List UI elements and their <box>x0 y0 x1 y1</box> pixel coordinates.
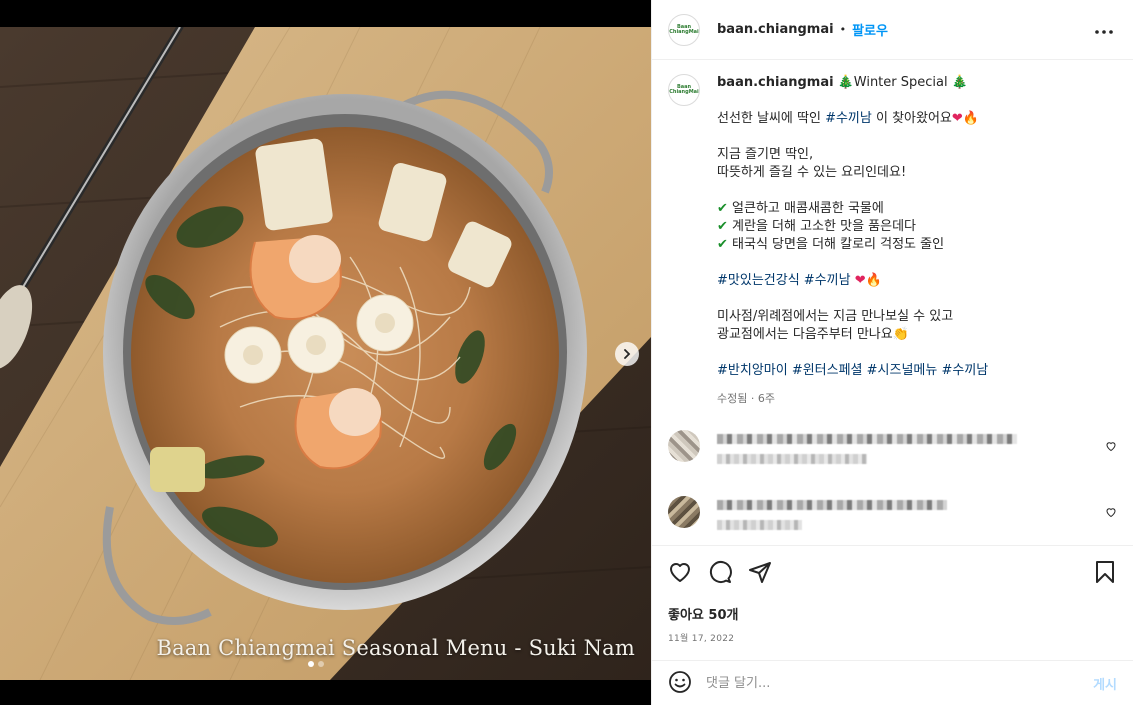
check-icon: ✔ <box>717 219 728 234</box>
bullet-item: ✔ 얼큰하고 매콤새콤한 국물에 <box>717 200 988 218</box>
comment-input[interactable] <box>706 675 1094 691</box>
follow-button[interactable]: 팔로우 <box>852 20 888 39</box>
post-comment-button[interactable]: 게시 <box>1093 674 1117 693</box>
caption-username[interactable]: baan.chiangmai <box>717 75 834 90</box>
bookmark-icon <box>1093 560 1117 587</box>
comment-body-blurred <box>717 430 1093 474</box>
like-button[interactable] <box>668 560 692 587</box>
comments-scroll-area[interactable]: Baan ChiangMai baan.chiangmai 🎄Winter Spe… <box>652 60 1133 545</box>
brand-logo: Baan ChiangMai <box>669 23 699 35</box>
caption-line: 따뜻하게 즐길 수 있는 요리인데요! <box>717 165 907 180</box>
comment-composer: 게시 <box>652 660 1133 705</box>
comment <box>668 496 1117 540</box>
clap-emoji: 👏 <box>892 327 909 342</box>
carousel-dot <box>318 661 324 667</box>
blurred-comment-meta <box>717 454 867 464</box>
heart-icon <box>1105 440 1117 455</box>
caption-meta: 수정됨 · 6주 <box>717 392 775 405</box>
post-header: Baan ChiangMai baan.chiangmai • 팔로우 <box>652 0 1133 60</box>
photo-overlay-text: Baan Chiangmai Seasonal Menu - Suki Nam <box>156 636 635 660</box>
bullet-item: ✔ 계란을 더해 고소한 맛을 품은데다 <box>717 218 988 236</box>
caption: Baan ChiangMai baan.chiangmai 🎄Winter Spe… <box>668 74 1117 408</box>
caption-title: Winter Special <box>853 75 948 90</box>
tree-emoji: 🎄 <box>951 75 968 90</box>
check-icon: ✔ <box>717 237 728 252</box>
comment-avatar[interactable] <box>668 496 700 528</box>
header-username[interactable]: baan.chiangmai <box>717 22 834 37</box>
carousel-indicator <box>308 661 324 667</box>
post-date[interactable]: 11월 17, 2022 <box>668 631 1117 644</box>
bullet-text: 계란을 더해 고소한 맛을 품은데다 <box>732 219 917 234</box>
caption-line: 지금 즐기면 딱인, <box>717 147 814 162</box>
comment-like-button[interactable] <box>1105 440 1117 455</box>
comment-button[interactable] <box>708 560 732 587</box>
likes-count[interactable]: 좋아요 50개 <box>668 604 1117 623</box>
caption-title-line: baan.chiangmai 🎄Winter Special 🎄 <box>717 74 988 92</box>
carousel-dot <box>308 661 314 667</box>
smiley-icon <box>668 670 692 697</box>
hashtag-link[interactable]: #수끼남 <box>825 111 872 126</box>
caption-body: baan.chiangmai 🎄Winter Special 🎄 선선한 날씨에 … <box>717 74 988 408</box>
comment <box>668 430 1117 474</box>
caption-line: 미사점/위례점에서는 지금 만나보실 수 있고 <box>717 309 954 324</box>
hashtag-link[interactable]: #반치앙마이 #윈터스페셜 #시즈널메뉴 #수끼남 <box>717 362 988 380</box>
caption-text: 이 찾아왔어요 <box>871 111 952 126</box>
send-icon <box>748 560 772 587</box>
avatar[interactable]: Baan ChiangMai <box>668 13 700 46</box>
emoji-button[interactable] <box>668 670 692 697</box>
avatar[interactable]: Baan ChiangMai <box>668 74 700 106</box>
blurred-comment-text <box>717 500 947 510</box>
bullet-list: ✔ 얼큰하고 매콤새콤한 국물에 ✔ 계란을 더해 고소한 맛을 품은데다 ✔ … <box>717 200 988 254</box>
comment-body-blurred <box>717 496 1093 540</box>
bullet-item: ✔ 태국식 당면을 더해 칼로리 걱정도 줄인 <box>717 236 988 254</box>
bullet-text: 얼큰하고 매콤새콤한 국물에 <box>732 201 884 216</box>
hashtag-link[interactable]: #맛있는건강식 #수끼남 <box>717 273 851 288</box>
separator: • <box>839 23 847 36</box>
share-button[interactable] <box>748 560 772 587</box>
blurred-comment-meta <box>717 520 802 530</box>
next-slide-button[interactable] <box>615 342 639 366</box>
fire-emoji: 🔥 <box>962 111 979 126</box>
brand-logo: Baan ChiangMai <box>669 84 699 95</box>
post-side-pane: Baan ChiangMai baan.chiangmai • 팔로우 Baan… <box>651 0 1133 705</box>
tree-emoji: 🎄 <box>837 75 854 90</box>
heart-icon <box>1105 506 1117 521</box>
bullet-text: 태국식 당면을 더해 칼로리 걱정도 줄인 <box>732 237 945 252</box>
fire-emoji: 🔥 <box>865 273 882 288</box>
comment-avatar[interactable] <box>668 430 700 462</box>
comment-like-button[interactable] <box>1105 506 1117 521</box>
heart-emoji: ❤ <box>854 273 866 288</box>
save-button[interactable] <box>1093 560 1117 587</box>
caption-text: 광교점에서는 다음주부터 만나요 <box>717 327 893 342</box>
post-actions: 좋아요 50개 11월 17, 2022 <box>652 545 1133 644</box>
blurred-comment-text <box>717 434 1017 444</box>
post-photo <box>0 27 651 680</box>
heart-emoji: ❤ <box>951 111 963 126</box>
post-dialog: Baan Chiangmai Seasonal Menu - Suki Nam … <box>0 0 1133 705</box>
caption-line: 선선한 날씨에 딱인 #수끼남 이 찾아왔어요❤🔥 <box>717 110 988 128</box>
check-icon: ✔ <box>717 201 728 216</box>
more-options-button[interactable] <box>1091 18 1117 41</box>
comment-icon <box>708 560 732 587</box>
chevron-right-icon <box>622 347 632 362</box>
heart-icon <box>668 560 692 587</box>
caption-line: #맛있는건강식 #수끼남 ❤🔥 <box>717 272 988 290</box>
media-pane: Baan Chiangmai Seasonal Menu - Suki Nam <box>0 0 651 705</box>
more-horizontal-icon <box>1095 22 1113 37</box>
action-bar <box>668 552 1117 594</box>
caption-line: 광교점에서는 다음주부터 만나요👏 <box>717 326 988 344</box>
caption-text: 선선한 날씨에 딱인 <box>717 111 826 126</box>
